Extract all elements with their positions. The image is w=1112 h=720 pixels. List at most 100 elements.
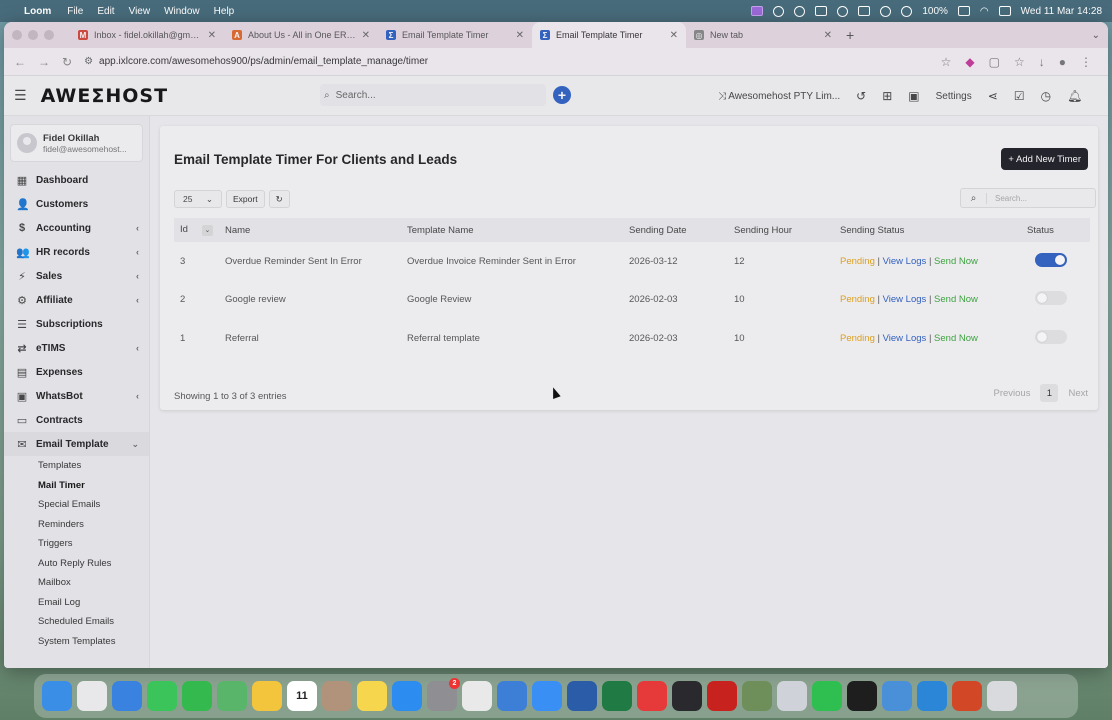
dock-word-icon[interactable] (567, 681, 597, 711)
col-status[interactable]: Status (1021, 218, 1090, 242)
sidebar-item-contracts[interactable]: ▭ Contracts (4, 408, 149, 432)
company-switcher[interactable]: ⤨ Awesomehost PTY Lim... (718, 91, 840, 102)
close-tab-icon[interactable]: ✕ (516, 30, 524, 41)
export-button[interactable]: Export (226, 190, 265, 208)
sidebar-item-sales[interactable]: ⚡ Sales ‹ (4, 264, 149, 288)
page-1-button[interactable]: 1 (1040, 384, 1059, 402)
browser-tab[interactable]: ◎ New tab ✕ (686, 22, 840, 48)
col-sending-hour[interactable]: Sending Hour (728, 218, 834, 242)
settings-link[interactable]: Settings (936, 91, 972, 102)
clock-icon[interactable]: ◷ (1041, 89, 1051, 103)
wifi-icon[interactable]: ◠ (980, 6, 989, 17)
submenu-item-email-log[interactable]: Email Log (4, 593, 149, 613)
battery-icon[interactable] (957, 6, 970, 16)
bookmark-star-icon[interactable]: ☆ (941, 55, 952, 69)
dock-maps-icon[interactable] (217, 681, 247, 711)
datetime[interactable]: Wed 11 Mar 14:28 (1021, 6, 1102, 17)
submenu-item-scheduled-emails[interactable]: Scheduled Emails (4, 612, 149, 632)
menu-help[interactable]: Help (214, 6, 235, 17)
view-logs-link[interactable]: View Logs (883, 294, 927, 305)
table-search-input[interactable]: ⌕ Search... (960, 188, 1096, 208)
download-icon[interactable]: ↓ (1039, 55, 1045, 69)
sidebar-item-hr-records[interactable]: 👥 HR records ‹ (4, 240, 149, 264)
browser-tab[interactable]: M Inbox - fidel.okillah@gmail.com ✕ (70, 22, 224, 48)
previous-page-button[interactable]: Previous (993, 388, 1030, 399)
dock-trash-icon[interactable] (987, 681, 1017, 711)
menu-window[interactable]: Window (164, 6, 200, 17)
profile-avatar[interactable]: ● (1059, 55, 1066, 69)
status-icon[interactable] (837, 5, 849, 17)
loom-record-icon[interactable] (751, 6, 764, 16)
submenu-item-mailbox[interactable]: Mailbox (4, 573, 149, 593)
dock-notes-icon[interactable] (357, 681, 387, 711)
status-toggle[interactable] (1035, 329, 1067, 344)
dock-acrobat-icon[interactable] (707, 681, 737, 711)
send-now-link[interactable]: Send Now (934, 256, 978, 267)
submenu-item-system-templates[interactable]: System Templates (4, 632, 149, 652)
back-icon[interactable]: ← (14, 55, 26, 69)
control-center-icon[interactable] (998, 6, 1011, 16)
sort-toggle-icon[interactable]: ⌄ (201, 225, 213, 236)
dock-chrome-icon[interactable] (462, 681, 492, 711)
menu-edit[interactable]: Edit (97, 6, 114, 17)
brand-logo[interactable]: AWEΣHOST (41, 85, 168, 107)
dock-calendar-icon[interactable]: 11 (287, 681, 317, 711)
sidebar-item-etims[interactable]: ⇄ eTIMS ‹ (4, 336, 149, 360)
browser-menu-icon[interactable]: ⋮ (1080, 55, 1092, 69)
add-new-timer-button[interactable]: + Add New Timer (1001, 148, 1088, 170)
hamburger-menu-icon[interactable]: ☰ (14, 87, 27, 104)
status-icon[interactable] (773, 5, 785, 17)
dock-terminal-icon[interactable] (847, 681, 877, 711)
layout-icon[interactable]: ▣ (908, 89, 919, 103)
close-tab-icon[interactable]: ✕ (824, 30, 832, 41)
tab-search-icon[interactable]: ⌄ (1092, 30, 1100, 41)
browser-tab[interactable]: Σ Email Template Timer ✕ (378, 22, 532, 48)
forward-icon[interactable]: → (38, 55, 50, 69)
submenu-item-templates[interactable]: Templates (4, 456, 149, 476)
dock-stack-icon[interactable] (742, 681, 772, 711)
new-tab-button[interactable]: + (846, 27, 854, 43)
page-size-select[interactable]: 25 ⌄ (174, 190, 222, 208)
status-icon[interactable] (858, 6, 871, 16)
dock-gear-icon[interactable] (882, 681, 912, 711)
history-icon[interactable]: ↺ (856, 89, 866, 103)
dock-contacts-icon[interactable] (322, 681, 352, 711)
bookmarks-icon[interactable]: ☆ (1014, 55, 1025, 69)
sidebar-item-subscriptions[interactable]: ☰ Subscriptions (4, 312, 149, 336)
sidebar-item-customers[interactable]: 👤 Customers (4, 192, 149, 216)
quick-create-button[interactable]: + (553, 86, 571, 104)
dock-anydesk-icon[interactable] (637, 681, 667, 711)
view-logs-link[interactable]: View Logs (883, 333, 927, 344)
dock-settings-icon[interactable]: 2 (427, 678, 460, 711)
dock-mail-icon[interactable] (112, 681, 142, 711)
dock-launchpad-icon[interactable] (77, 681, 107, 711)
submenu-item-mail-timer[interactable]: Mail Timer (4, 476, 149, 496)
submenu-item-auto-reply-rules[interactable]: Auto Reply Rules (4, 554, 149, 574)
browser-tab[interactable]: A About Us - All in One ERP| Cl... ✕ (224, 22, 378, 48)
apps-grid-icon[interactable]: ⊞ (882, 89, 892, 103)
status-toggle[interactable] (1035, 291, 1067, 306)
dock-excel-icon[interactable] (602, 681, 632, 711)
submenu-item-special-emails[interactable]: Special Emails (4, 495, 149, 515)
dock-photos-icon[interactable] (252, 681, 282, 711)
user-profile-card[interactable]: Fidel Okillah fidel@awesomehost... (10, 124, 143, 162)
close-window-button[interactable] (12, 30, 22, 40)
sidebar-item-affiliate[interactable]: ⚙ Affiliate ‹ (4, 288, 149, 312)
submenu-item-reminders[interactable]: Reminders (4, 515, 149, 535)
dock-finder-icon[interactable] (42, 681, 72, 711)
global-search-input[interactable]: ⌕ Search... (320, 84, 546, 106)
menu-app-name[interactable]: Loom (24, 6, 51, 17)
cloud-icon[interactable] (880, 5, 892, 17)
col-id[interactable]: Id ⌄ (174, 218, 219, 242)
dock-appstore-icon[interactable] (392, 681, 422, 711)
sidebar-item-accounting[interactable]: $ Accounting ‹ (4, 216, 149, 240)
status-toggle[interactable] (1035, 252, 1067, 267)
url-field[interactable]: ⚙ app.ixlcore.com/awesomehos900/ps/admin… (84, 56, 929, 67)
browser-tab[interactable]: Σ Email Template Timer ✕ (532, 22, 686, 48)
col-sending-date[interactable]: Sending Date (623, 218, 728, 242)
extension-icon[interactable]: ◆ (965, 55, 974, 69)
dock-disk-icon[interactable] (777, 681, 807, 711)
share-icon[interactable]: ⋖ (988, 89, 998, 103)
site-info-icon[interactable]: ⚙ (84, 56, 93, 67)
col-template-name[interactable]: Template Name (401, 218, 623, 242)
